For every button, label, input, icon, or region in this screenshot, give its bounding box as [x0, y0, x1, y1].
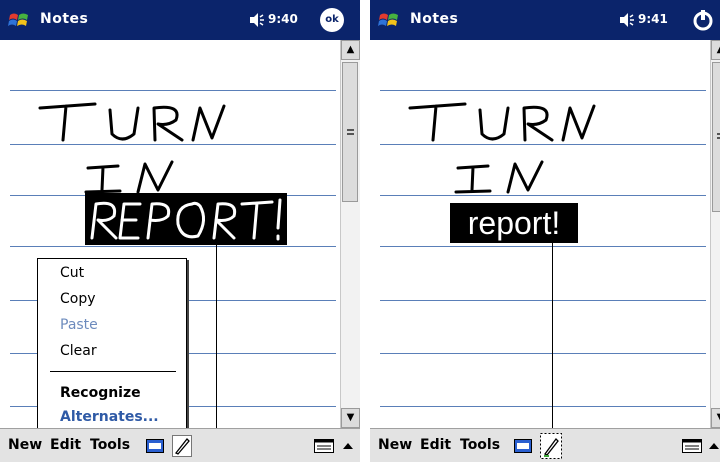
- recognized-text[interactable]: report!: [450, 203, 578, 243]
- scroll-up-icon[interactable]: ▲: [341, 40, 360, 60]
- vertical-scrollbar[interactable]: ▲ ▼: [710, 40, 720, 428]
- speaker-icon[interactable]: [248, 12, 266, 28]
- menu-tools[interactable]: Tools: [460, 437, 500, 453]
- scroll-up-icon[interactable]: ▲: [711, 40, 720, 60]
- speaker-icon[interactable]: [618, 12, 636, 28]
- ink-cursor: [216, 245, 217, 428]
- scroll-down-icon[interactable]: ▼: [711, 408, 720, 428]
- pen-icon[interactable]: [172, 435, 192, 457]
- sip-icon[interactable]: [314, 439, 334, 453]
- pen-icon[interactable]: [540, 433, 562, 459]
- menu-separator: [50, 371, 176, 372]
- menu-item-copy[interactable]: Copy: [60, 291, 96, 307]
- clock[interactable]: 9:40: [268, 12, 298, 26]
- ok-button[interactable]: ok: [320, 8, 344, 32]
- notes-canvas[interactable]: report!: [370, 40, 710, 428]
- windows-start-icon[interactable]: [6, 9, 32, 31]
- ink-cursor: [552, 243, 553, 428]
- title-bar: Notes 9:40 ok: [0, 0, 360, 40]
- menu-item-clear[interactable]: Clear: [60, 343, 97, 359]
- menu-bar: New Edit Tools: [0, 428, 360, 462]
- menu-item-alternates[interactable]: Alternates...: [60, 409, 159, 425]
- app-title: Notes: [40, 11, 89, 27]
- menu-item-cut[interactable]: Cut: [60, 265, 84, 281]
- sip-arrow-icon[interactable]: [342, 441, 354, 451]
- scroll-thumb[interactable]: [342, 62, 358, 202]
- left-screen: Notes 9:40 ok ▲ ▼ Cut Copy Paste Clear R…: [0, 0, 360, 462]
- context-menu: Cut Copy Paste Clear Recognize Alternate…: [37, 258, 187, 430]
- keyboard-icon[interactable]: [146, 439, 164, 453]
- menu-item-paste[interactable]: Paste: [60, 317, 98, 333]
- thumb-grip: [347, 129, 354, 135]
- menu-item-recognize[interactable]: Recognize: [60, 385, 141, 401]
- power-icon[interactable]: [692, 9, 714, 31]
- menu-tools[interactable]: Tools: [90, 437, 130, 453]
- right-screen: Notes 9:41 report! New Edit Tools: [370, 0, 720, 462]
- menu-new[interactable]: New: [8, 437, 42, 453]
- vertical-scrollbar[interactable]: ▲ ▼: [340, 40, 360, 428]
- sip-arrow-icon[interactable]: [708, 441, 720, 451]
- menu-edit[interactable]: Edit: [50, 437, 81, 453]
- clock[interactable]: 9:41: [638, 12, 668, 26]
- title-bar: Notes 9:41: [370, 0, 720, 40]
- menu-edit[interactable]: Edit: [420, 437, 451, 453]
- windows-start-icon[interactable]: [376, 9, 402, 31]
- menu-new[interactable]: New: [378, 437, 412, 453]
- scroll-thumb[interactable]: [712, 62, 720, 212]
- scroll-down-icon[interactable]: ▼: [341, 408, 360, 428]
- menu-bar: New Edit Tools: [370, 428, 720, 462]
- sip-icon[interactable]: [682, 439, 702, 453]
- app-title: Notes: [410, 11, 459, 27]
- keyboard-icon[interactable]: [514, 439, 532, 453]
